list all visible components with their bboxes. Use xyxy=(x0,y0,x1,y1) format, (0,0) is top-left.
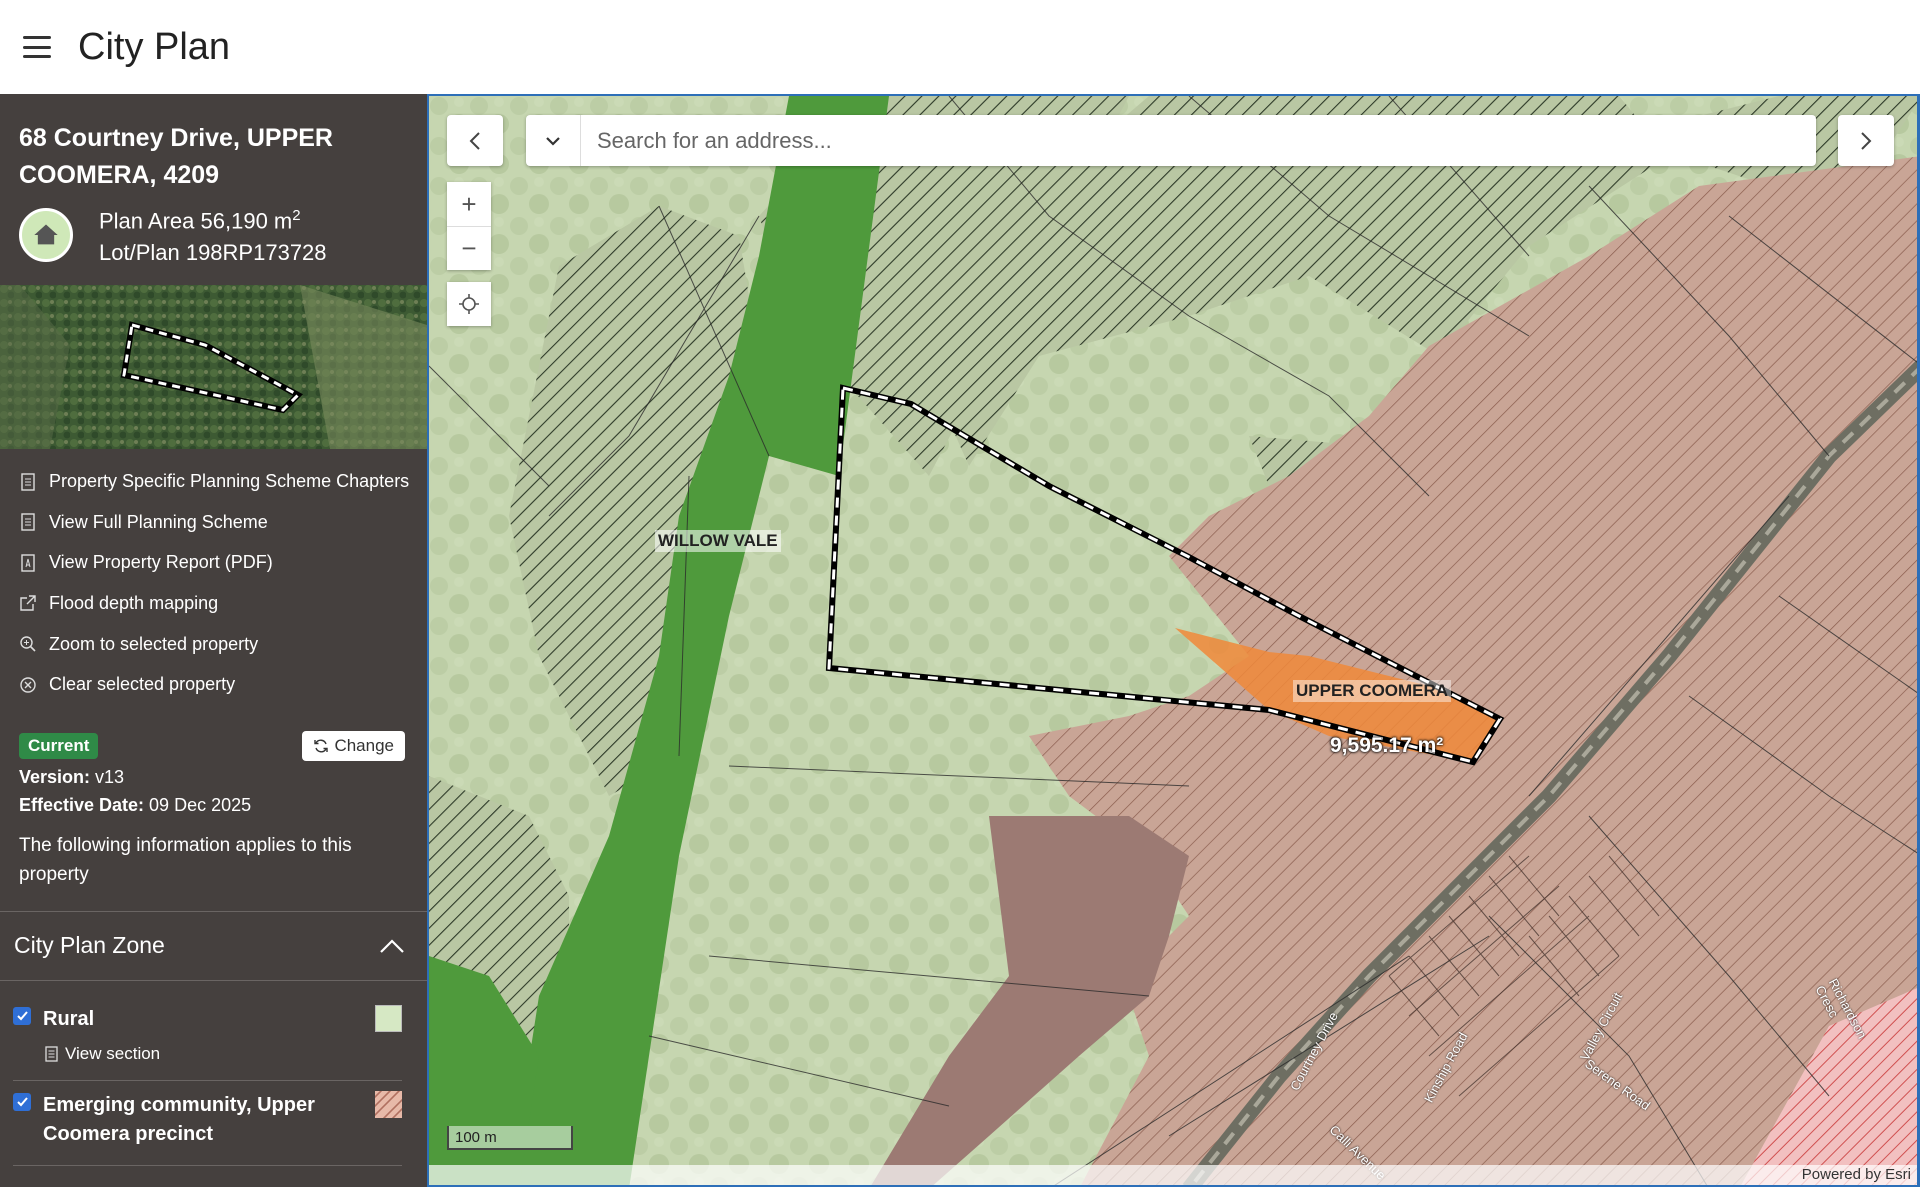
applies-text: The following information applies to thi… xyxy=(19,834,352,885)
chevron-left-icon xyxy=(469,131,480,150)
link-clear-property[interactable]: Clear selected property xyxy=(19,664,427,705)
address-search-input[interactable] xyxy=(581,127,1781,154)
pdf-icon xyxy=(21,554,35,572)
document-icon xyxy=(45,1046,58,1062)
map-label-willow-vale: WILLOW VALE xyxy=(655,530,781,552)
search-source-dropdown[interactable] xyxy=(526,115,581,166)
document-icon xyxy=(21,472,35,491)
locate-button[interactable] xyxy=(447,282,491,326)
zone-item-emerging-community: Emerging community, Upper Coomera precin… xyxy=(0,1081,427,1166)
property-thumbnail xyxy=(0,285,427,450)
clear-circle-icon xyxy=(20,676,36,693)
zone-name: Emerging community, Upper Coomera precin… xyxy=(43,1093,315,1145)
check-icon xyxy=(16,1011,28,1021)
menu-icon[interactable] xyxy=(23,36,51,58)
check-icon xyxy=(16,1097,28,1107)
property-meta: Plan Area 56,190 m2 Lot/Plan 198RP173728 xyxy=(0,194,427,269)
link-planning-scheme-chapters[interactable]: Property Specific Planning Scheme Chapte… xyxy=(19,461,427,502)
map-attribution: Powered by Esri xyxy=(429,1165,1917,1185)
property-links: Property Specific Planning Scheme Chapte… xyxy=(0,449,427,705)
app-title: City Plan xyxy=(78,25,231,68)
property-address: 68 Courtney Drive, UPPER COOMERA, 4209 xyxy=(19,124,333,189)
rural-checkbox[interactable] xyxy=(13,1006,31,1025)
lot-plan: Lot/Plan 198RP173728 xyxy=(99,240,327,266)
previous-button[interactable] xyxy=(447,115,503,166)
chevron-up-icon xyxy=(380,939,404,953)
map-label-upper-coomera: UPPER COOMERA xyxy=(1293,680,1452,702)
link-flood-depth-mapping[interactable]: Flood depth mapping xyxy=(19,583,427,624)
change-version-button[interactable]: Change xyxy=(302,730,405,761)
house-icon xyxy=(19,207,73,262)
current-badge: Current xyxy=(19,732,99,759)
effective-date-line: Effective Date: 09 Dec 2025 xyxy=(19,794,252,815)
chevron-right-icon xyxy=(1861,131,1872,150)
zoom-controls: + − xyxy=(447,182,491,270)
zoom-out-button[interactable]: − xyxy=(447,226,491,270)
view-section-link[interactable]: View section xyxy=(44,1044,402,1064)
rural-swatch xyxy=(375,1004,402,1032)
plan-area: Plan Area 56,190 m2 xyxy=(99,207,301,234)
zoom-in-button[interactable]: + xyxy=(447,182,491,226)
link-full-planning-scheme[interactable]: View Full Planning Scheme xyxy=(19,502,427,543)
link-property-report-pdf[interactable]: View Property Report (PDF) xyxy=(19,543,427,584)
refresh-icon xyxy=(314,739,329,753)
document-icon xyxy=(21,513,35,531)
city-plan-zone-header[interactable]: City Plan Zone xyxy=(0,910,427,981)
basemap[interactable] xyxy=(429,96,1920,1187)
zone-panel-title: City Plan Zone xyxy=(14,932,165,959)
zoom-in-icon xyxy=(20,636,36,652)
link-zoom-to-property[interactable]: Zoom to selected property xyxy=(19,624,427,665)
version-line: Version: v13 xyxy=(19,766,125,787)
map-view[interactable]: WILLOW VALE UPPER COOMERA 9,595.17 m² Co… xyxy=(427,94,1920,1187)
next-button[interactable] xyxy=(1838,115,1894,166)
external-link-icon xyxy=(20,595,36,612)
emerging-community-swatch xyxy=(375,1090,402,1118)
chevron-down-icon xyxy=(546,136,560,146)
zone-name: Rural xyxy=(43,1007,95,1030)
emerging-community-checkbox[interactable] xyxy=(13,1092,31,1111)
property-sidebar: 68 Courtney Drive, UPPER COOMERA, 4209 P… xyxy=(0,94,427,1187)
top-bar: City Plan xyxy=(0,0,1920,94)
address-search xyxy=(526,115,1816,166)
scale-bar: 100 m xyxy=(447,1126,573,1150)
zone-item-rural: Rural View section xyxy=(0,981,427,1081)
map-label-parcel-area: 9,595.17 m² xyxy=(1330,734,1444,757)
crosshair-icon xyxy=(459,294,479,314)
